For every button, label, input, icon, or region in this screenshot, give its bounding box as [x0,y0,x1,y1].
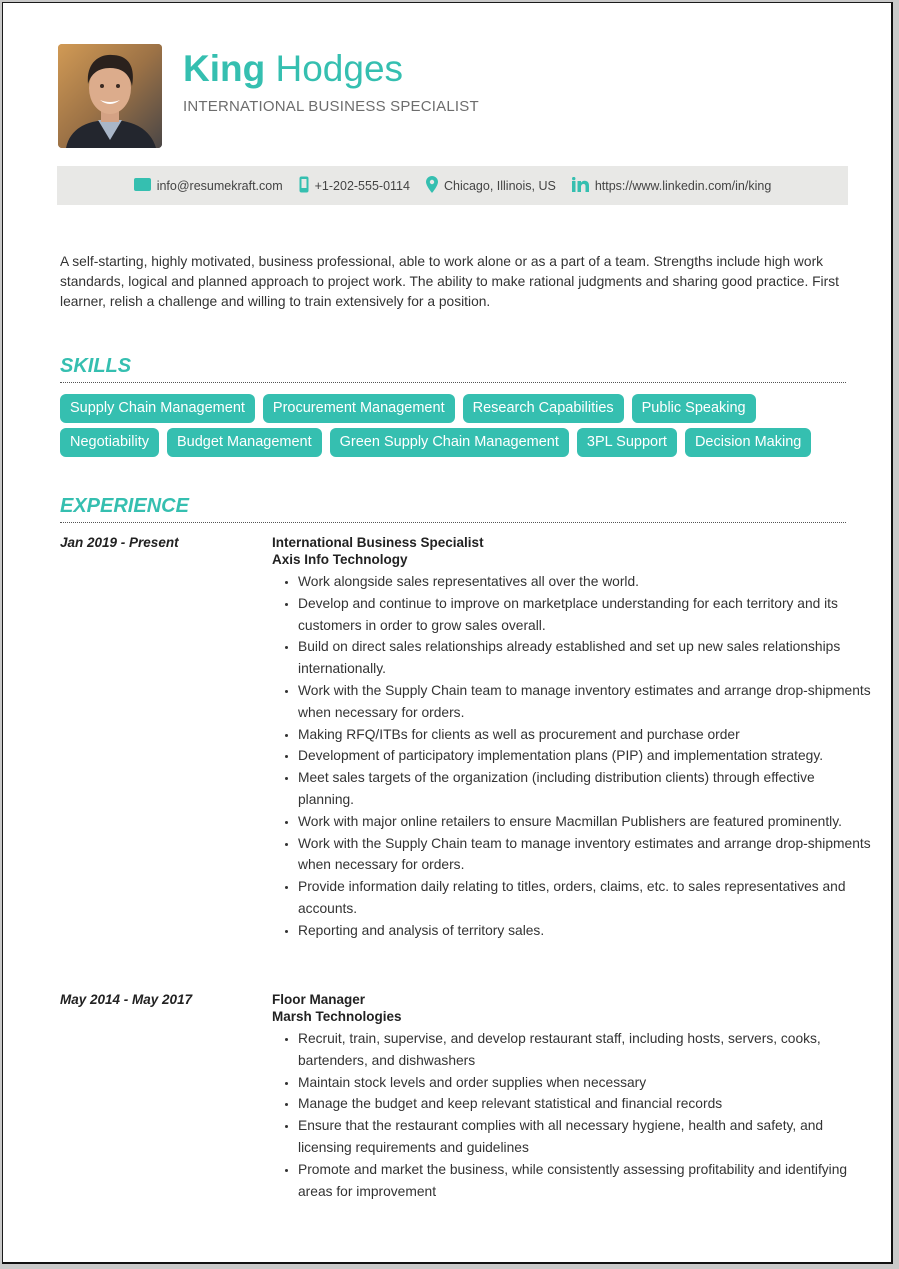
skill-chip: 3PL Support [576,428,677,457]
skills-divider [60,382,846,383]
job-responsibilities: Recruit, train, supervise, and develop r… [272,1028,873,1202]
responsibility-item: Maintain stock levels and order supplies… [298,1072,873,1094]
email-text[interactable]: info@resumekraft.com [157,179,283,193]
professional-summary: A self-starting, highly motivated, busin… [60,254,839,309]
person-portrait-icon [58,44,162,148]
responsibility-item: Provide information daily relating to ti… [298,876,873,920]
skill-chip: Negotiability [60,428,159,457]
job-role: International Business Specialist [272,535,484,550]
profile-photo [58,44,162,148]
skill-chip: Decision Making [684,428,812,457]
responsibility-item: Ensure that the restaurant complies with… [298,1115,873,1159]
job-dates: May 2014 - May 2017 [60,992,193,1007]
skills-heading: SKILLS [60,355,132,377]
responsibility-item: Manage the budget and keep relevant stat… [298,1093,873,1115]
experience-divider [60,522,846,523]
contact-bar: info@resumekraft.com +1-202-555-0114 Chi… [57,166,848,205]
skills-list: Supply Chain Management Procurement Mana… [60,394,850,457]
job-responsibilities: Work alongside sales representatives all… [272,571,873,942]
candidate-name: King Hodges [183,47,403,91]
skill-chip: Procurement Management [262,394,455,423]
contact-phone[interactable]: +1-202-555-0114 [299,176,410,196]
responsibility-item: Build on direct sales relationships alre… [298,636,873,680]
location-text: Chicago, Illinois, US [443,178,556,193]
job-title: INTERNATIONAL BUSINESS SPECIALIST [183,98,479,115]
responsibility-item: Develop and continue to improve on marke… [298,593,873,637]
responsibility-item: Meet sales targets of the organization (… [298,767,873,811]
skill-chip: Supply Chain Management [60,394,255,423]
last-name: Hodges [275,48,404,89]
skill-chip: Public Speaking [631,394,756,423]
responsibility-item: Promote and market the business, while c… [298,1159,873,1203]
location-pin-icon [425,175,438,196]
first-name: King [183,48,266,89]
responsibility-item: Recruit, train, supervise, and develop r… [298,1028,873,1072]
experience-heading: EXPERIENCE [60,495,189,517]
job-company: Marsh Technologies [272,1009,402,1024]
linkedin-url[interactable]: https://www.linkedin.com/in/king [595,179,771,193]
responsibility-item: Work with major online retailers to ensu… [298,811,873,833]
job-dates: Jan 2019 - Present [60,535,179,550]
job-company: Axis Info Technology [272,552,408,567]
contact-location: Chicago, Illinois, US [425,175,556,196]
skill-chip: Research Capabilities [462,394,624,423]
skill-chip: Green Supply Chain Management [329,428,569,457]
phone-text[interactable]: +1-202-555-0114 [315,179,410,193]
responsibility-item: Making RFQ/ITBs for clients as well as p… [298,724,873,746]
contact-linkedin[interactable]: https://www.linkedin.com/in/king [571,176,771,195]
linkedin-icon [571,176,589,195]
job-role: Floor Manager [272,992,366,1007]
skill-chip: Budget Management [167,428,322,457]
resume-page: King Hodges INTERNATIONAL BUSINESS SPECI… [2,2,893,1264]
phone-icon [299,176,309,196]
email-icon [133,177,151,194]
contact-email[interactable]: info@resumekraft.com [133,177,283,194]
responsibility-item: Development of participatory implementat… [298,745,873,767]
responsibility-item: Work with the Supply Chain team to manag… [298,680,873,724]
responsibility-item: Work with the Supply Chain team to manag… [298,833,873,877]
responsibility-item: Reporting and analysis of territory sale… [298,920,873,942]
responsibility-item: Work alongside sales representatives all… [298,571,873,593]
